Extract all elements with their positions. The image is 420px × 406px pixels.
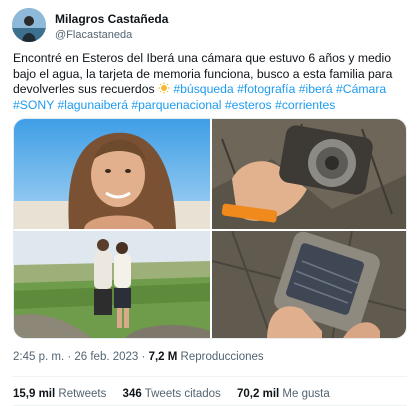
hashtag-link[interactable]: #Cámara: [336, 82, 386, 96]
views-label: Reproducciones: [180, 351, 264, 363]
hashtag-link[interactable]: #búsqueda: [173, 82, 233, 96]
media-grid: [13, 118, 407, 339]
retweets-label: Retweets: [58, 388, 107, 400]
likes-label: Me gusta: [282, 388, 330, 400]
photo-camera-screen[interactable]: [212, 231, 406, 338]
photo-couple-landscape[interactable]: [14, 231, 210, 338]
quotes-count: 346: [122, 388, 142, 400]
hashtag-link[interactable]: #esteros: [225, 98, 272, 112]
likes-count: 70,2 mil: [237, 388, 280, 400]
photo-woman-smiling[interactable]: [14, 119, 210, 229]
tweet-date[interactable]: 26 feb. 2023: [74, 351, 138, 363]
retweets-count: 15,9 mil: [13, 388, 56, 400]
hashtag-link[interactable]: #lagunaiberá: [58, 98, 128, 112]
likes-stat[interactable]: 70,2 mil Me gusta: [237, 388, 330, 400]
sun-icon: [158, 82, 170, 94]
quotes-label: Tweets citados: [144, 388, 221, 400]
tweet-meta: 2:45 p. m. · 26 feb. 2023 · 7,2 M Reprod…: [13, 351, 264, 363]
tweet-stats: 15,9 mil Retweets 346 Tweets citados 70,…: [13, 388, 343, 400]
photo-camera-in-hand[interactable]: [212, 119, 406, 229]
author-handle[interactable]: @Flacastaneda: [55, 29, 132, 41]
divider: [13, 376, 407, 377]
quotes-stat[interactable]: 346 Tweets citados: [123, 388, 221, 400]
tweet-header: Milagros Castañeda @Flacastaneda: [12, 8, 408, 46]
meta-separator: ·: [64, 351, 75, 363]
author-name[interactable]: Milagros Castañeda: [55, 12, 168, 26]
hashtag-link[interactable]: #SONY: [13, 98, 54, 112]
avatar[interactable]: [12, 8, 46, 42]
retweets-stat[interactable]: 15,9 mil Retweets: [13, 388, 106, 400]
meta-separator-2: ·: [138, 351, 149, 363]
hashtag-link[interactable]: #parquenacional: [131, 98, 221, 112]
views-count: 7,2 M: [148, 351, 178, 363]
hashtag-link[interactable]: #fotografía: [237, 82, 295, 96]
hashtag-link[interactable]: #corrientes: [275, 98, 335, 112]
tweet-time[interactable]: 2:45 p. m.: [13, 351, 64, 363]
tweet-text: Encontré en Esteros del Iberá una cámara…: [13, 51, 408, 114]
hashtag-link[interactable]: #iberá: [299, 82, 333, 96]
